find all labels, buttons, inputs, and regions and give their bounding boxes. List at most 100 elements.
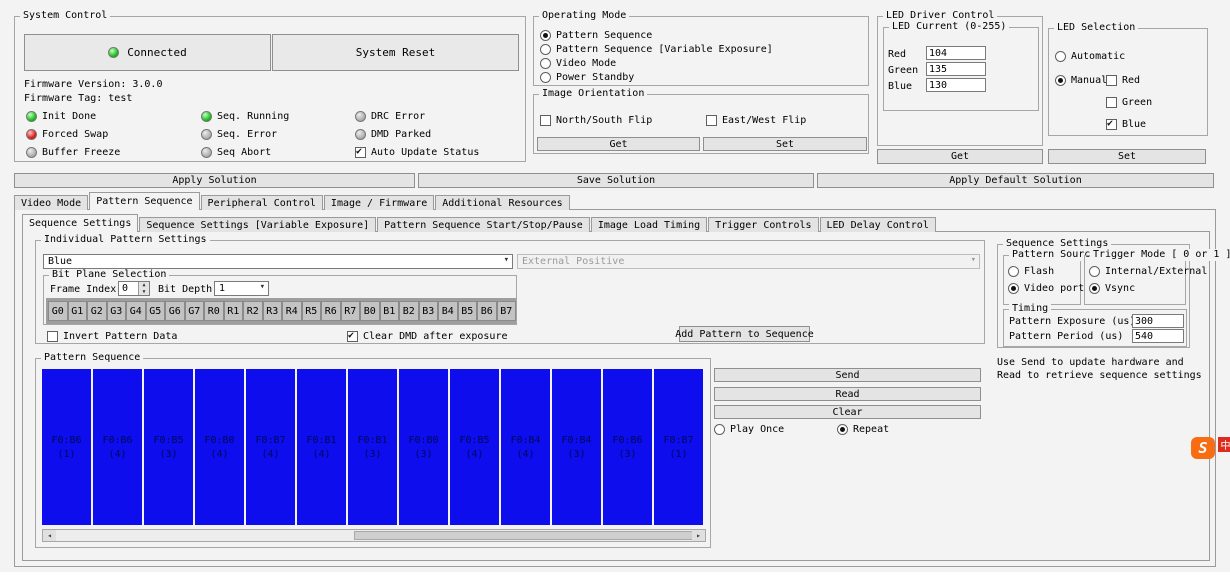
manual-radio[interactable]: Manual xyxy=(1055,73,1107,87)
north-south-flip-checkbox[interactable]: North/South Flip xyxy=(540,113,652,127)
pattern-exposure-input[interactable] xyxy=(1132,314,1184,328)
connected-button[interactable]: Connected xyxy=(24,34,271,71)
bit-plane-button[interactable]: G3 xyxy=(106,301,126,321)
pattern-tile[interactable]: F0:B4 (4) xyxy=(501,369,550,525)
pattern-period-label: Pattern Period (us) xyxy=(1009,331,1124,342)
bit-plane-button[interactable]: G6 xyxy=(165,301,185,321)
clear-button[interactable]: Clear xyxy=(714,405,981,419)
main-tab-bar: Video Mode Pattern Sequence Peripheral C… xyxy=(14,192,571,210)
play-once-radio[interactable]: Play Once xyxy=(714,422,784,436)
system-reset-button[interactable]: System Reset xyxy=(272,34,519,71)
pattern-tile[interactable]: F0:B0 (3) xyxy=(399,369,448,525)
led-color-checkbox[interactable]: Green xyxy=(1106,91,1152,113)
led-driver-get-button[interactable]: Get xyxy=(877,149,1043,164)
read-button[interactable]: Read xyxy=(714,387,981,401)
pattern-tile[interactable]: F0:B1 (4) xyxy=(297,369,346,525)
pattern-tile[interactable]: F0:B7 (4) xyxy=(246,369,295,525)
blue-current-input[interactable] xyxy=(926,78,986,92)
video-port-radio[interactable]: Video port xyxy=(1008,281,1084,295)
bit-plane-button[interactable]: G1 xyxy=(67,301,87,321)
pattern-tile[interactable]: F0:B5 (4) xyxy=(450,369,499,525)
bit-plane-button[interactable]: R4 xyxy=(282,301,302,321)
bit-plane-button[interactable]: B7 xyxy=(496,301,516,321)
pattern-tile[interactable]: F0:B0 (4) xyxy=(195,369,244,525)
bit-plane-button[interactable]: B2 xyxy=(399,301,419,321)
spinner-down-icon[interactable] xyxy=(139,289,149,296)
invert-pattern-data-checkbox[interactable]: Invert Pattern Data xyxy=(47,329,177,343)
bit-plane-button[interactable]: B5 xyxy=(457,301,477,321)
save-solution-button[interactable]: Save Solution xyxy=(418,173,814,188)
bit-plane-button[interactable]: G2 xyxy=(87,301,107,321)
bit-plane-button[interactable]: B6 xyxy=(477,301,497,321)
bit-plane-button[interactable]: R0 xyxy=(204,301,224,321)
apply-solution-button[interactable]: Apply Solution xyxy=(14,173,415,188)
green-current-input[interactable] xyxy=(926,62,986,76)
repeat-radio[interactable]: Repeat xyxy=(837,422,889,436)
bit-plane-button[interactable]: R1 xyxy=(223,301,243,321)
sub-tab[interactable]: Pattern Sequence Start/Stop/Pause xyxy=(377,217,590,232)
sub-tab[interactable]: Sequence Settings xyxy=(22,214,139,232)
internal-external-radio[interactable]: Internal/External xyxy=(1089,264,1207,278)
operating-mode-radio[interactable]: Power Standby xyxy=(540,70,773,84)
add-pattern-to-sequence-button[interactable]: Add Pattern to Sequence xyxy=(675,326,814,342)
operating-mode-radio[interactable]: Pattern Sequence xyxy=(540,28,773,42)
scroll-left-icon[interactable] xyxy=(43,530,56,541)
main-tab[interactable]: Image / Firmware xyxy=(323,195,435,210)
sub-tab[interactable]: Trigger Controls xyxy=(708,217,819,232)
bit-depth-select[interactable]: 1 xyxy=(214,281,269,296)
bit-plane-button[interactable]: R2 xyxy=(243,301,263,321)
pattern-tile[interactable]: F0:B7 (1) xyxy=(654,369,703,525)
main-tab[interactable]: Pattern Sequence xyxy=(89,192,200,210)
led-color-checkbox[interactable]: Red xyxy=(1106,69,1152,91)
red-current-input[interactable] xyxy=(926,46,986,60)
main-tab[interactable]: Video Mode xyxy=(14,195,89,210)
bit-plane-button[interactable]: R6 xyxy=(321,301,341,321)
flash-radio[interactable]: Flash xyxy=(1008,264,1054,278)
pattern-tile[interactable]: F0:B1 (3) xyxy=(348,369,397,525)
bit-plane-button[interactable]: R3 xyxy=(262,301,282,321)
clear-dmd-checkbox[interactable]: Clear DMD after exposure xyxy=(347,329,508,343)
orientation-set-button[interactable]: Set xyxy=(703,137,867,151)
apply-default-solution-button[interactable]: Apply Default Solution xyxy=(817,173,1214,188)
bit-plane-button[interactable]: R5 xyxy=(301,301,321,321)
bit-plane-button[interactable]: R7 xyxy=(340,301,360,321)
pattern-tile[interactable]: F0:B4 (3) xyxy=(552,369,601,525)
status-indicator-row: DRC Error xyxy=(355,107,431,125)
pattern-tile[interactable]: F0:B6 (4) xyxy=(93,369,142,525)
pattern-tile[interactable]: F0:B6 (1) xyxy=(42,369,91,525)
bit-plane-button[interactable]: B4 xyxy=(438,301,458,321)
send-button[interactable]: Send xyxy=(714,368,981,382)
orientation-get-button[interactable]: Get xyxy=(537,137,700,151)
automatic-radio[interactable]: Automatic xyxy=(1055,49,1125,63)
bit-plane-button[interactable]: G4 xyxy=(126,301,146,321)
pattern-color-select[interactable]: Blue xyxy=(43,254,513,269)
pattern-tile[interactable]: F0:B6 (3) xyxy=(603,369,652,525)
bit-plane-button[interactable]: B0 xyxy=(360,301,380,321)
main-tab[interactable]: Additional Resources xyxy=(435,195,570,210)
east-west-flip-checkbox[interactable]: East/West Flip xyxy=(706,113,806,127)
vsync-radio[interactable]: Vsync xyxy=(1089,281,1135,295)
pattern-tile[interactable]: F0:B5 (3) xyxy=(144,369,193,525)
led-selection-set-button[interactable]: Set xyxy=(1048,149,1206,164)
auto-update-status-checkbox[interactable]: Auto Update Status xyxy=(355,145,479,159)
bit-plane-button[interactable]: B3 xyxy=(418,301,438,321)
bit-plane-button[interactable]: G5 xyxy=(145,301,165,321)
pattern-tile-label: F0:B1 xyxy=(306,434,337,446)
bit-plane-button[interactable]: G0 xyxy=(48,301,68,321)
operating-mode-radio[interactable]: Pattern Sequence [Variable Exposure] xyxy=(540,42,773,56)
spinner-arrows-icon[interactable] xyxy=(138,282,149,295)
main-tab[interactable]: Peripheral Control xyxy=(200,195,323,210)
frame-index-spinner[interactable]: 0 xyxy=(118,281,150,296)
bit-plane-button[interactable]: B1 xyxy=(379,301,399,321)
operating-mode-radio[interactable]: Video Mode xyxy=(540,56,773,70)
bit-plane-button[interactable]: G7 xyxy=(184,301,204,321)
pattern-period-input[interactable] xyxy=(1132,329,1184,343)
pattern-scrollbar[interactable] xyxy=(42,529,706,542)
sub-tab[interactable]: Sequence Settings [Variable Exposure] xyxy=(139,217,377,232)
led-color-checkbox[interactable]: Blue xyxy=(1106,113,1152,135)
checkbox-icon xyxy=(540,114,551,126)
scroll-right-icon[interactable] xyxy=(692,530,705,541)
scrollbar-thumb[interactable] xyxy=(354,531,705,540)
sub-tab[interactable]: Image Load Timing xyxy=(590,217,708,232)
sub-tab[interactable]: LED Delay Control xyxy=(819,217,936,232)
